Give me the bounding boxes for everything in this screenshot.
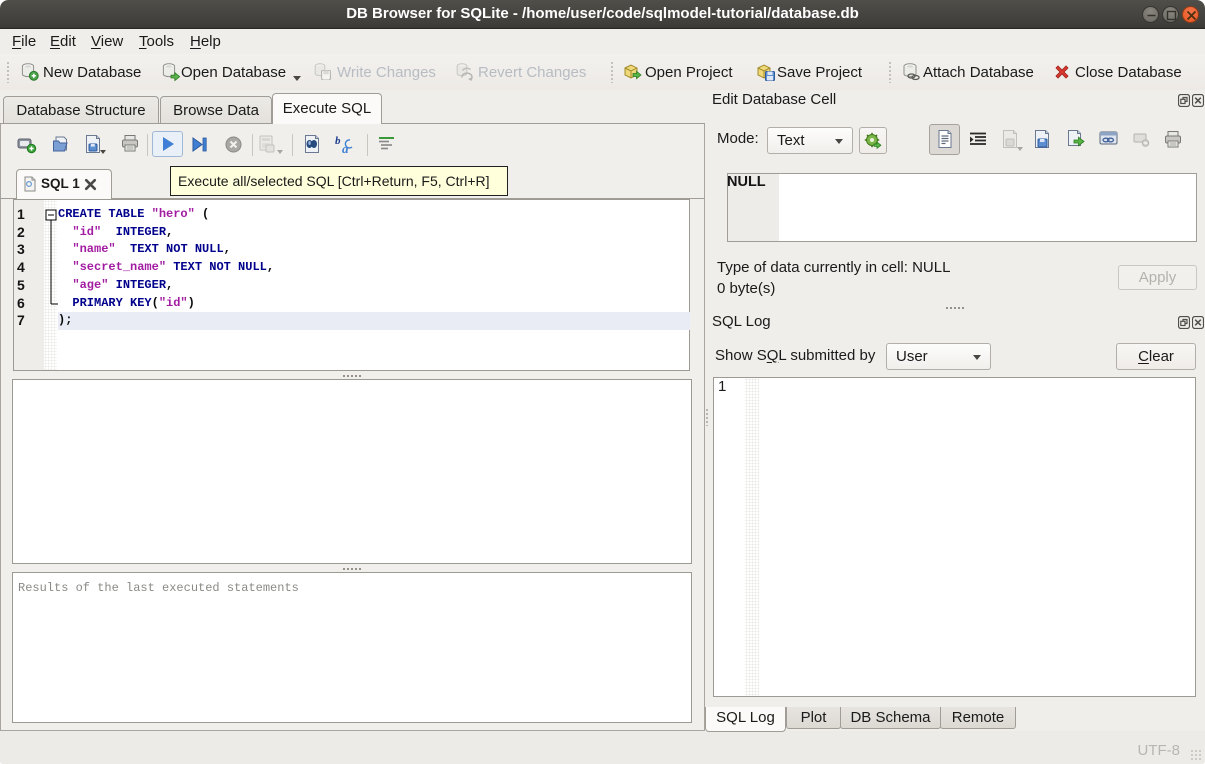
svg-text:b: b [335, 135, 341, 147]
